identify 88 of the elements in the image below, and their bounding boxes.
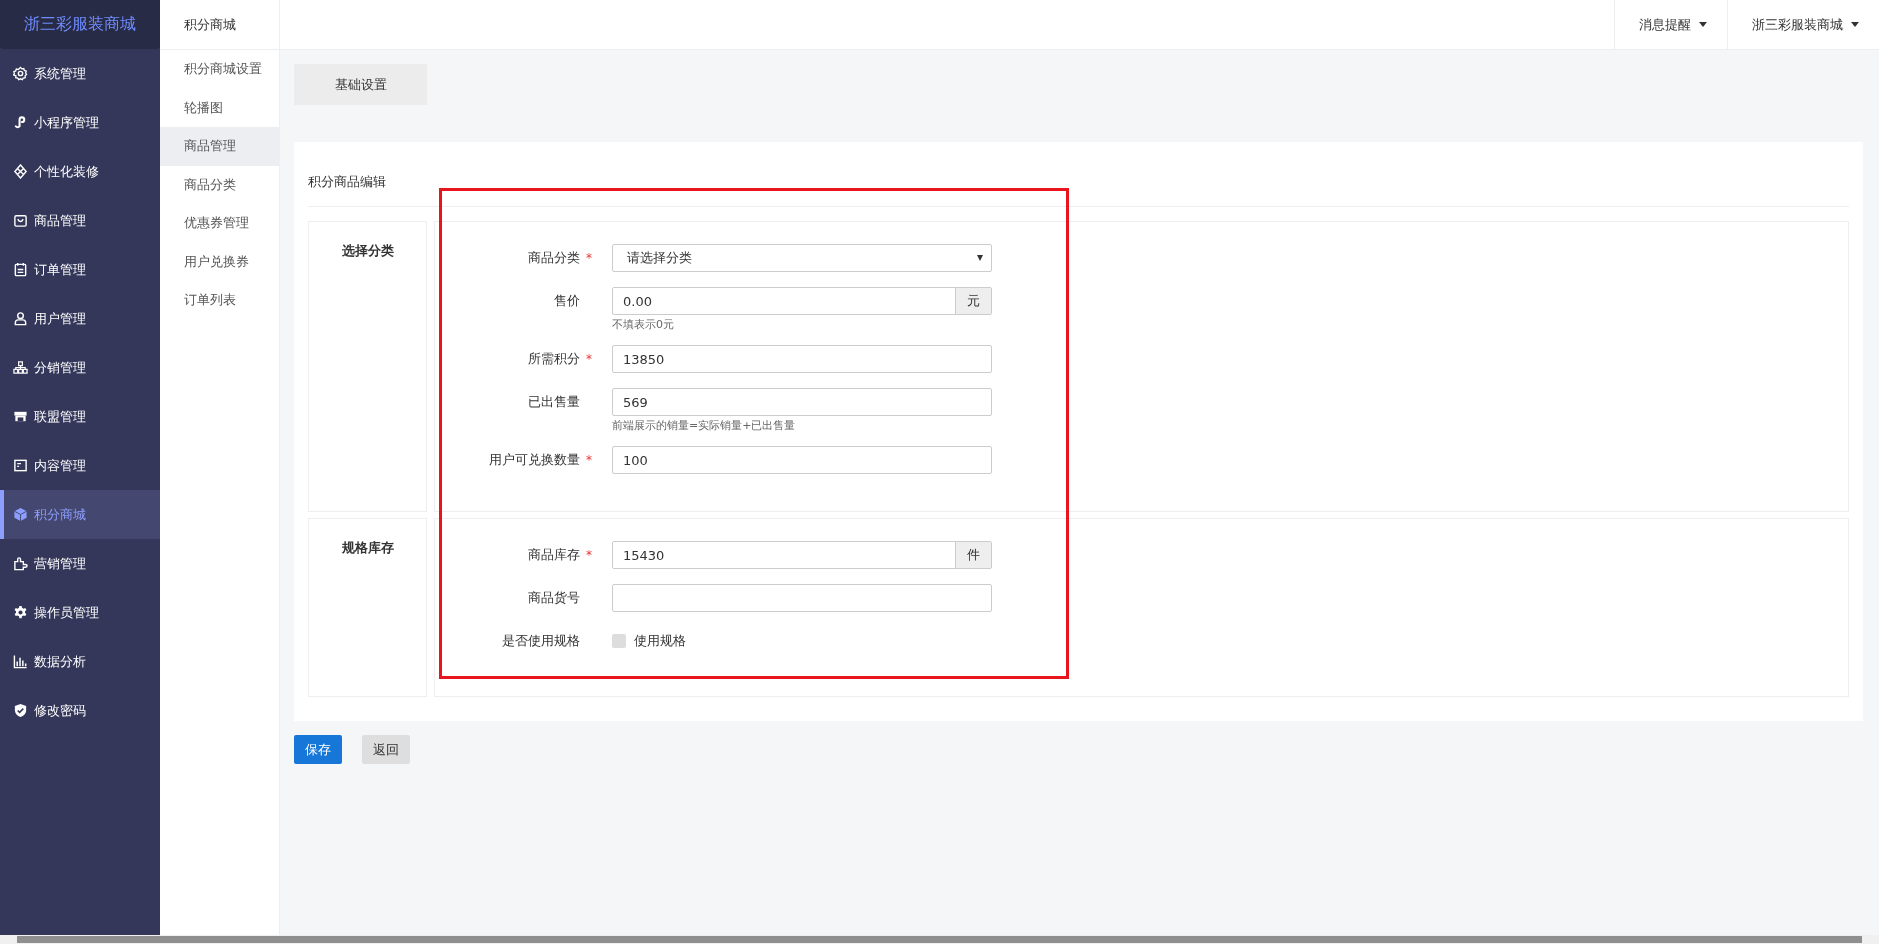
field-label: 是否使用规格 (502, 633, 580, 648)
tab[interactable]: 基础设置 (294, 64, 427, 105)
field-label: 用户可兑换数量 (489, 452, 580, 467)
window-icon (13, 458, 28, 473)
field-label: 商品货号 (528, 590, 580, 605)
back-button[interactable]: 返回 (362, 735, 410, 764)
shield-icon (13, 703, 28, 718)
sidebar-item-label: 个性化装修 (34, 162, 99, 181)
sidebar-item-label: 小程序管理 (34, 113, 99, 132)
input-field[interactable]: 0.00 元 (612, 287, 992, 315)
scrollbar[interactable] (0, 935, 1879, 944)
sidebar-item-label: 数据分析 (34, 652, 86, 671)
sidebar-item-label: 内容管理 (34, 456, 86, 475)
caret-icon (1851, 22, 1859, 27)
input-field[interactable]: 13850 (612, 345, 992, 373)
sidebar-item[interactable]: 商品管理 (0, 196, 160, 245)
required-mark: * (586, 547, 592, 564)
sidebar-item[interactable]: 积分商城 (0, 490, 160, 539)
required-mark: * (586, 452, 592, 469)
field-label: 已出售量 (528, 394, 580, 409)
submenu-item[interactable]: 积分商城设置 (160, 50, 279, 89)
section-title: 规格库存 (341, 540, 394, 555)
sidebar-item[interactable]: 订单管理 (0, 245, 160, 294)
sidebar-item[interactable]: 分销管理 (0, 343, 160, 392)
sidebar-item[interactable]: 联盟管理 (0, 392, 160, 441)
save-button[interactable]: 保存 (294, 735, 342, 764)
submenu-title: 积分商城 (160, 0, 279, 50)
calendar-icon (13, 262, 28, 277)
sidebar-item-label: 联盟管理 (34, 407, 86, 426)
field-label: 所需积分 (528, 351, 580, 366)
sidebar-item-label: 订单管理 (34, 260, 86, 279)
section-title: 选择分类 (341, 243, 394, 258)
sidebar-item[interactable]: 营销管理 (0, 539, 160, 588)
required-mark: * (586, 351, 592, 368)
sidebar-item-label: 修改密码 (34, 701, 86, 720)
bag-icon (13, 213, 28, 228)
input-field[interactable] (612, 584, 992, 612)
dropdown-menu[interactable]: 消息提醒 (1614, 0, 1727, 49)
submenu-item[interactable]: 商品分类 (160, 165, 279, 204)
sidebar-item[interactable]: 数据分析 (0, 637, 160, 686)
field-label: 商品库存 (528, 547, 580, 562)
caret-icon (1699, 22, 1707, 27)
sidebar-item-label: 操作员管理 (34, 603, 99, 622)
sidebar-item[interactable]: 修改密码 (0, 686, 160, 735)
input-field[interactable]: 569 (612, 388, 992, 416)
submenu-item[interactable]: 订单列表 (160, 281, 279, 320)
card-title: 积分商品编辑 (308, 156, 1849, 207)
diamond-icon (13, 164, 28, 179)
sidebar-item[interactable]: 系统管理 (0, 49, 160, 98)
checkbox[interactable] (612, 634, 626, 648)
brand-title[interactable]: 浙三彩服装商城 (0, 0, 160, 49)
sidebar-item-label: 用户管理 (34, 309, 86, 328)
input-field[interactable]: 100 (612, 446, 992, 474)
sidebar-item[interactable]: 用户管理 (0, 294, 160, 343)
puzzle-icon (13, 556, 28, 571)
submenu-item[interactable]: 用户兑换券 (160, 242, 279, 281)
help-text: 不填表示0元 (612, 317, 675, 332)
field-label: 商品分类 (528, 250, 580, 265)
unit-addon: 件 (955, 542, 991, 568)
sidebar-item-label: 商品管理 (34, 211, 86, 230)
sidebar-item-label: 分销管理 (34, 358, 86, 377)
cube-icon (13, 507, 28, 522)
field-label: 售价 (554, 293, 580, 308)
link-icon (13, 115, 28, 130)
select-field[interactable]: 请选择分类 (612, 244, 992, 272)
hierarchy-icon (13, 360, 28, 375)
unit-addon: 元 (955, 288, 991, 314)
dropdown-menu[interactable]: 浙三彩服装商城 (1727, 0, 1879, 49)
sidebar-item[interactable]: 个性化装修 (0, 147, 160, 196)
required-mark: * (586, 250, 592, 267)
help-text: 前端展示的销量=实际销量+已出售量 (612, 418, 797, 433)
gear-icon (13, 66, 28, 81)
user-icon (13, 311, 28, 326)
sidebar-item[interactable]: 小程序管理 (0, 98, 160, 147)
sidebar-item-label: 积分商城 (34, 505, 86, 524)
store-icon (13, 409, 28, 424)
sidebar-item[interactable]: 操作员管理 (0, 588, 160, 637)
caret-icon (977, 255, 983, 261)
submenu-item[interactable]: 商品管理 (160, 127, 279, 166)
sidebar-item-label: 系统管理 (34, 64, 86, 83)
sidebar-item-label: 营销管理 (34, 554, 86, 573)
input-field[interactable]: 15430 件 (612, 541, 992, 569)
gear-icon (13, 605, 28, 620)
bar-chart-icon (13, 654, 28, 669)
submenu-item[interactable]: 轮播图 (160, 88, 279, 127)
sidebar-item[interactable]: 内容管理 (0, 441, 160, 490)
submenu-item[interactable]: 优惠券管理 (160, 204, 279, 243)
checkbox-label[interactable]: 使用规格 (634, 632, 686, 650)
